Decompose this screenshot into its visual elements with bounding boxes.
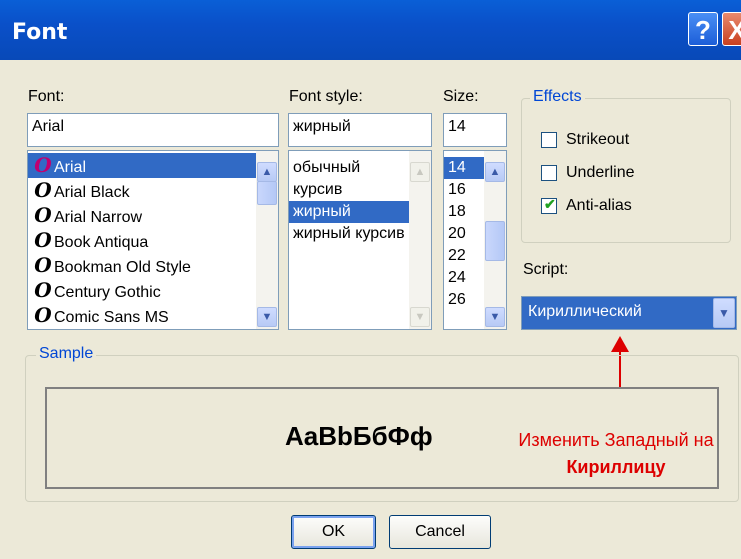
size-list-item[interactable]: 20 xyxy=(444,223,484,245)
title-bar: Font ? X xyxy=(0,0,741,60)
size-list-item-label: 18 xyxy=(448,203,466,220)
sample-legend: Sample xyxy=(36,345,97,363)
font-list-item-label: Century Gothic xyxy=(54,284,161,301)
strikeout-checkbox[interactable] xyxy=(541,132,557,148)
font-name-input[interactable]: Arial xyxy=(27,113,279,147)
script-value: Кириллический xyxy=(528,303,642,320)
font-list-item[interactable]: O Century Gothic xyxy=(28,278,256,303)
font-label: Font: xyxy=(28,88,65,105)
scroll-down-icon[interactable]: ▼ xyxy=(485,307,505,327)
antialias-label: Anti-alias xyxy=(566,197,632,214)
style-list-item[interactable]: обычный xyxy=(289,157,409,179)
effects-legend: Effects xyxy=(530,88,585,106)
scroll-thumb[interactable] xyxy=(257,181,277,205)
size-list-item-label: 20 xyxy=(448,225,466,242)
size-list-item[interactable]: 14 xyxy=(444,157,484,179)
size-list-item[interactable]: 22 xyxy=(444,245,484,267)
font-list-item-label: Bookman Old Style xyxy=(54,259,191,276)
size-label: Size: xyxy=(443,88,479,105)
font-list-item[interactable]: O Comic Sans MS xyxy=(28,303,256,328)
close-icon: X xyxy=(728,15,741,45)
opentype-font-icon: O xyxy=(34,153,52,177)
script-dropdown[interactable]: Кириллический ▼ xyxy=(521,296,737,330)
size-list-item[interactable]: 26 xyxy=(444,289,484,311)
cancel-button[interactable]: Cancel xyxy=(389,515,491,549)
font-list[interactable]: O Arial O Arial Black O Arial Narrow O Book Ant… xyxy=(27,150,279,330)
font-list-item[interactable]: O Arial xyxy=(28,153,256,178)
scroll-down-icon: ▼ xyxy=(410,307,430,327)
font-list-item-label: Comic Sans MS xyxy=(54,309,169,326)
opentype-font-icon: O xyxy=(34,178,52,202)
scroll-up-icon[interactable]: ▲ xyxy=(485,162,505,182)
opentype-font-icon: O xyxy=(34,228,52,252)
underline-checkbox[interactable] xyxy=(541,165,557,181)
annotation-text: Изменить Западный на Кириллицу xyxy=(496,430,736,478)
size-list-item[interactable]: 16 xyxy=(444,179,484,201)
window-title: Font xyxy=(12,20,68,45)
size-list[interactable]: 14 16 18 20 22 24 26 ▲ ▼ xyxy=(443,150,507,330)
font-style-input[interactable]: жирный xyxy=(288,113,432,147)
size-list-item-label: 22 xyxy=(448,247,466,264)
opentype-font-icon: O xyxy=(34,203,52,227)
underline-label: Underline xyxy=(566,164,635,181)
checkmark-icon: ✔ xyxy=(544,196,556,212)
ok-button[interactable]: OK xyxy=(291,515,376,549)
chevron-down-icon[interactable]: ▼ xyxy=(713,298,735,328)
font-list-item[interactable]: O Book Antiqua xyxy=(28,228,256,253)
close-button[interactable]: X xyxy=(722,12,741,46)
font-list-item-label: Book Antiqua xyxy=(54,234,149,251)
scroll-thumb[interactable] xyxy=(485,221,505,261)
sample-text: AaBbБбФф xyxy=(285,421,433,451)
style-list-item-label: курсив xyxy=(293,181,343,198)
size-list-item-label: 24 xyxy=(448,269,466,286)
font-list-item-label: Arial Black xyxy=(54,184,130,201)
help-button[interactable]: ? xyxy=(688,12,718,46)
font-list-scrollbar[interactable]: ▲ ▼ xyxy=(256,151,278,329)
font-style-list-scrollbar[interactable]: ▲ ▼ xyxy=(409,151,431,329)
strikeout-label: Strikeout xyxy=(566,131,630,148)
opentype-font-icon: O xyxy=(34,278,52,302)
font-list-item-label: Arial Narrow xyxy=(54,209,143,226)
script-label: Script: xyxy=(523,261,569,278)
scroll-down-icon[interactable]: ▼ xyxy=(257,307,277,327)
size-list-item[interactable]: 18 xyxy=(444,201,484,223)
size-list-item-label: 14 xyxy=(448,159,466,176)
annotation-line2: Кириллицу xyxy=(566,457,666,477)
scroll-up-icon: ▲ xyxy=(410,162,430,182)
style-list-item-label: жирный курсив xyxy=(293,225,405,242)
annotation-line1: Изменить Западный на xyxy=(518,430,714,450)
antialias-checkbox[interactable]: ✔ xyxy=(541,196,557,214)
opentype-font-icon: O xyxy=(34,303,52,327)
font-style-list[interactable]: обычный курсив жирный жирный курсив ▲ ▼ xyxy=(288,150,432,330)
help-icon: ? xyxy=(695,15,711,45)
opentype-font-icon: O xyxy=(34,253,52,277)
size-list-item[interactable]: 24 xyxy=(444,267,484,289)
scroll-up-icon[interactable]: ▲ xyxy=(257,162,277,182)
font-list-item[interactable]: O Arial Black xyxy=(28,178,256,203)
style-list-item-label: обычный xyxy=(293,159,361,176)
size-list-item-label: 16 xyxy=(448,181,466,198)
font-list-item-label: Arial xyxy=(54,159,87,176)
style-list-item-label: жирный xyxy=(293,203,351,220)
font-list-item[interactable]: O Arial Narrow xyxy=(28,203,256,228)
style-list-item[interactable]: жирный курсив xyxy=(289,223,409,245)
size-list-item-label: 26 xyxy=(448,291,466,308)
size-list-scrollbar[interactable]: ▲ ▼ xyxy=(484,151,506,329)
font-style-label: Font style: xyxy=(289,88,363,105)
style-list-item[interactable]: курсив xyxy=(289,179,409,201)
font-list-item[interactable]: O Bookman Old Style xyxy=(28,253,256,278)
size-input[interactable]: 14 xyxy=(443,113,507,147)
style-list-item[interactable]: жирный xyxy=(289,201,409,223)
